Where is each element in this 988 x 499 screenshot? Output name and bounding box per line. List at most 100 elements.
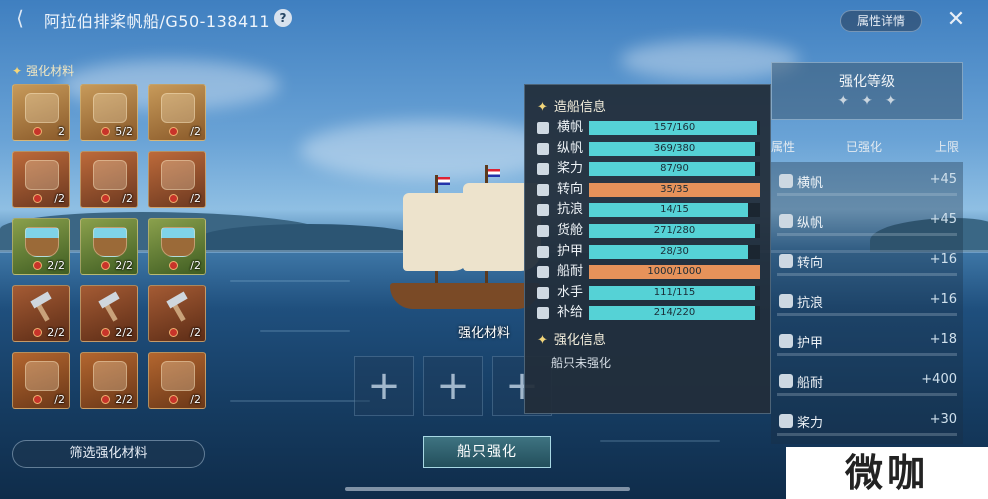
rarity-dot-icon <box>33 261 42 270</box>
attribute-details-button[interactable]: 属性详情 <box>840 10 922 32</box>
material-count: /2 <box>190 125 201 138</box>
enhance-attribute-row: 纵帆 +45 <box>771 202 963 242</box>
rarity-dot-icon <box>101 261 110 270</box>
material-item[interactable]: hammer-icon 2/2 <box>12 285 70 342</box>
stat-name: 横帆 <box>557 120 584 135</box>
material-count: /2 <box>190 259 201 272</box>
attribute-name: 转向 <box>797 256 824 271</box>
material-count: /2 <box>190 393 201 406</box>
attribute-name: 横帆 <box>797 176 824 191</box>
material-item[interactable]: basket-icon/2 <box>148 151 206 208</box>
stat-value: 369/380 <box>653 142 696 154</box>
enhance-attribute-row: 船耐 +400 <box>771 362 963 402</box>
bucket-icon: bucket-icon <box>161 93 195 123</box>
attribute-progress-track <box>777 193 957 196</box>
star-icon: ✦ <box>537 100 548 115</box>
attribute-progress-track <box>777 433 957 436</box>
material-item[interactable]: bucket-icon 5/2 <box>80 84 138 141</box>
material-item[interactable]: hammer-icon/2 <box>148 285 206 342</box>
material-count: /2 <box>122 192 133 205</box>
attribute-limit-value: +400 <box>921 372 957 387</box>
stat-row: 护甲 28/30 <box>533 244 765 260</box>
star-icon: ✦ <box>537 333 548 348</box>
attribute-limit-value: +30 <box>929 412 957 427</box>
hammer-icon: hammer-icon <box>161 294 195 324</box>
rarity-dot-icon <box>169 194 178 203</box>
rarity-dot-icon <box>101 127 110 136</box>
material-slot-2[interactable]: + <box>423 356 483 416</box>
basket-icon: basket-icon <box>25 160 59 190</box>
rarity-dot-icon <box>33 395 42 404</box>
water-bucket-icon: water-bucket-icon <box>93 227 127 257</box>
material-item[interactable]: water-bucket-icon 2/2 <box>12 218 70 275</box>
stat-row: 补给 214/220 <box>533 305 765 321</box>
enhance-status-note: 船只未强化 <box>551 356 612 370</box>
material-count: 2/2 <box>47 259 65 272</box>
rarity-dot-icon <box>169 261 178 270</box>
material-item[interactable]: water-bucket-icon/2 <box>148 218 206 275</box>
ship-info-title: ✦ 造船信息 <box>537 100 606 115</box>
material-count: 2/2 <box>115 326 133 339</box>
stat-bar: 111/115 <box>589 285 760 300</box>
attribute-name: 桨力 <box>797 416 824 431</box>
material-item[interactable]: basket-icon/2 <box>80 151 138 208</box>
ship-frame-icon: ship-frame-icon <box>25 361 59 391</box>
enhance-attribute-row: 转向 +16 <box>771 242 963 282</box>
stat-bar: 157/160 <box>589 121 760 135</box>
material-count: 2/2 <box>47 326 65 339</box>
material-item[interactable]: hammer-icon 2/2 <box>80 285 138 342</box>
attribute-icon <box>779 414 793 428</box>
stat-icon <box>537 286 549 299</box>
material-count: /2 <box>190 326 201 339</box>
ship-frame-icon: ship-frame-icon <box>161 361 195 391</box>
ship-title: 阿拉伯排桨帆船/G50-138411 <box>44 12 271 31</box>
rarity-dot-icon <box>33 194 42 203</box>
water-bucket-icon: water-bucket-icon <box>25 227 59 257</box>
attribute-progress-track <box>777 233 957 236</box>
watermark-logo: 微咖 <box>786 447 988 499</box>
stat-bar: 28/30 <box>589 244 760 259</box>
attribute-icon <box>779 174 793 188</box>
help-icon[interactable]: ? <box>274 9 292 27</box>
stat-bar: 35/35 <box>589 182 760 197</box>
rarity-dot-icon <box>101 194 110 203</box>
bucket-icon: bucket-icon <box>93 93 127 123</box>
material-item[interactable]: ship-frame-icon/2 <box>12 352 70 409</box>
attribute-name: 抗浪 <box>797 296 824 311</box>
attribute-progress-track <box>777 313 957 316</box>
enhance-ship-button[interactable]: 船只强化 <box>423 436 551 468</box>
attribute-progress-track <box>777 393 957 396</box>
stat-value: 111/115 <box>653 286 696 298</box>
material-count: 5/2 <box>115 125 133 138</box>
stat-icon <box>537 204 549 217</box>
stat-icon <box>537 266 549 279</box>
material-item[interactable]: water-bucket-icon 2/2 <box>80 218 138 275</box>
material-item[interactable]: bucket-icon 2 <box>12 84 70 141</box>
material-item[interactable]: basket-icon/2 <box>12 151 70 208</box>
rarity-dot-icon <box>101 328 110 337</box>
back-icon[interactable]: ⟨ <box>8 7 32 29</box>
material-slot-1[interactable]: + <box>354 356 414 416</box>
stat-row: 转向 35/35 <box>533 182 765 198</box>
close-icon[interactable]: ✕ <box>944 8 968 32</box>
attribute-limit-value: +16 <box>929 292 957 307</box>
materials-slot-label: 强化材料 <box>458 326 511 341</box>
stat-value: 214/220 <box>653 307 696 319</box>
enhance-attribute-row: 桨力 +30 <box>771 402 963 442</box>
material-item[interactable]: ship-frame-icon 2/2 <box>80 352 138 409</box>
material-item[interactable]: ship-frame-icon/2 <box>148 352 206 409</box>
home-indicator <box>345 487 630 491</box>
stat-value: 1000/1000 <box>647 266 702 278</box>
filter-materials-button[interactable]: 筛选强化材料 <box>12 440 205 468</box>
material-count: 2 <box>58 125 65 138</box>
materials-grid: bucket-icon2bucket-icon5/2bucket-icon/2b… <box>12 84 206 409</box>
material-item[interactable]: bucket-icon/2 <box>148 84 206 141</box>
stat-name: 货舱 <box>557 223 584 238</box>
attribute-name: 纵帆 <box>797 216 824 231</box>
enhance-level-box: 强化等级 ✦✦✦ <box>771 62 963 120</box>
rarity-dot-icon <box>169 328 178 337</box>
stat-row: 桨力 87/90 <box>533 161 765 177</box>
rarity-dot-icon <box>33 127 42 136</box>
attribute-limit-value: +45 <box>929 212 957 227</box>
stat-icon <box>537 142 549 155</box>
